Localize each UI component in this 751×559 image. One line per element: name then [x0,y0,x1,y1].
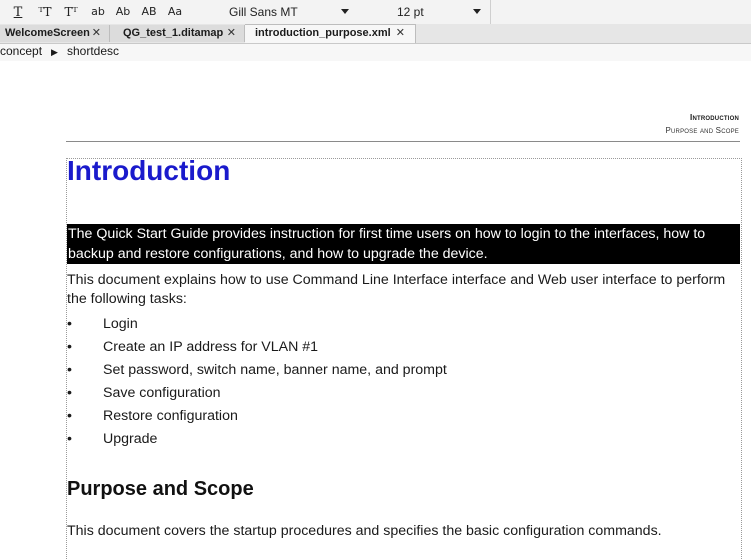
superscript-label: ᵀT [38,5,52,19]
tab-label: introduction_purpose.xml [255,27,391,39]
breadcrumb: concept ▶ shortdesc [0,44,751,61]
subscript-icon[interactable]: Tᵀ [60,3,82,21]
tab-qg-test-ditamap[interactable]: QG_test_1.ditamap ✕ [110,25,245,42]
topic-title[interactable]: Introduction [67,151,230,191]
running-header: Introduction Purpose and Scope [665,111,739,137]
bullet-icon: • [67,339,72,355]
close-icon[interactable]: ✕ [92,25,101,42]
tab-label: QG_test_1.ditamap [123,27,224,39]
bullet-icon: • [67,408,72,424]
lowercase-button[interactable]: ab [89,3,107,21]
tab-introduction-purpose[interactable]: introduction_purpose.xml ✕ [245,24,416,43]
running-header-chapter: Introduction [690,113,739,122]
chevron-down-icon [341,9,349,14]
uppercase-button[interactable]: AB [139,3,159,21]
list-item[interactable]: • Login [67,313,740,336]
list-item-text: Login [103,316,138,332]
breadcrumb-separator-icon: ▶ [51,47,58,57]
chevron-down-icon [473,9,481,14]
list-item[interactable]: • Upgrade [67,428,740,451]
underline-label: T [13,5,23,20]
shortdesc-selected-text[interactable]: The Quick Start Guide provides instructi… [67,224,740,264]
list-item-text: Save configuration [103,385,221,401]
list-item[interactable]: • Set password, switch name, banner name… [67,359,740,382]
running-header-section: Purpose and Scope [665,126,739,135]
bullet-icon: • [67,362,72,378]
subscript-label: Tᵀ [64,5,78,19]
bullet-icon: • [67,385,72,401]
underline-icon[interactable]: T [10,3,26,21]
editor-tabbar: WelcomeScreen ✕ QG_test_1.ditamap ✕ intr… [0,24,751,44]
list-item[interactable]: • Create an IP address for VLAN #1 [67,336,740,359]
font-size-select[interactable]: 12 pt [397,3,487,21]
bullet-icon: • [67,431,72,447]
bullet-icon: • [67,316,72,332]
toolbar-divider [490,0,491,24]
section-paragraph[interactable]: This document covers the startup procedu… [67,522,740,541]
list-item-text: Set password, switch name, banner name, … [103,362,447,378]
list-item[interactable]: • Save configuration [67,382,740,405]
list-item-text: Restore configuration [103,408,238,424]
breadcrumb-item-concept[interactable]: concept [0,44,42,59]
tab-label: WelcomeScreen [5,27,90,39]
header-rule [66,141,740,142]
formatting-toolbar: T ᵀT Tᵀ ab Ab AB Aa Gill Sans MT 12 pt [0,0,751,25]
list-item[interactable]: • Restore configuration [67,405,740,428]
close-icon[interactable]: ✕ [396,25,405,42]
tab-welcome-screen[interactable]: WelcomeScreen ✕ [0,25,110,42]
task-list: • Login • Create an IP address for VLAN … [67,313,740,451]
list-item-text: Create an IP address for VLAN #1 [103,339,319,355]
superscript-icon[interactable]: ᵀT [34,3,56,21]
list-item-text: Upgrade [103,431,158,447]
close-icon[interactable]: ✕ [227,25,236,42]
document-canvas[interactable]: Introduction Purpose and Scope Introduct… [0,61,751,559]
intro-paragraph[interactable]: This document explains how to use Comman… [67,271,740,309]
titlecase-button[interactable]: Ab [113,3,133,21]
breadcrumb-item-shortdesc[interactable]: shortdesc [67,44,119,59]
font-family-select[interactable]: Gill Sans MT [229,3,355,21]
sentencecase-button[interactable]: Aa [165,3,185,21]
font-size-value: 12 pt [397,5,424,19]
section-title[interactable]: Purpose and Scope [67,474,254,504]
font-family-value: Gill Sans MT [229,5,298,19]
